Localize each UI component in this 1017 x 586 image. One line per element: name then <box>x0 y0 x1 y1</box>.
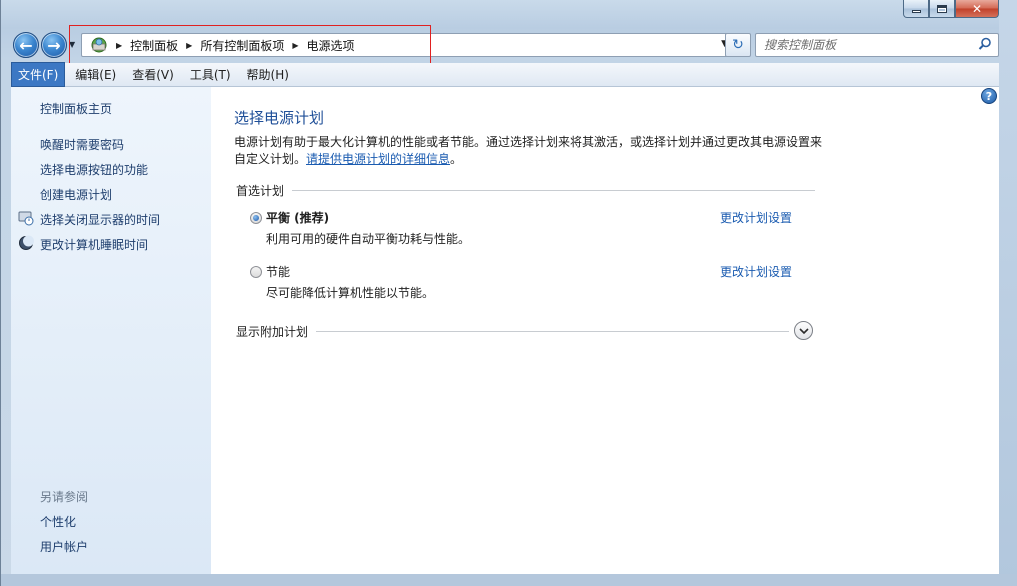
forward-button[interactable]: → <box>41 32 67 58</box>
power-saver-plan-radio[interactable] <box>250 266 262 278</box>
plan-details-link[interactable]: 请提供电源计划的详细信息 <box>306 152 450 166</box>
back-arrow-icon: ← <box>19 35 33 55</box>
recent-pages-dropdown[interactable]: ▼ <box>69 40 75 49</box>
radio-selected-dot <box>253 215 259 221</box>
control-panel-home-link[interactable]: 控制面板主页 <box>40 100 112 117</box>
balanced-plan-radio[interactable] <box>250 212 262 224</box>
breadcrumb-control-panel[interactable]: 控制面板 <box>130 37 178 54</box>
description-end: 。 <box>450 152 463 166</box>
page-title: 选择电源计划 <box>234 109 325 127</box>
refresh-icon: ↻ <box>732 37 744 53</box>
divider <box>292 190 816 191</box>
address-bar[interactable]: ▶ 控制面板 ▶ 所有控制面板项 ▶ 电源选项 ▼ <box>81 33 733 57</box>
power-button-link[interactable]: 选择电源按钮的功能 <box>40 161 148 178</box>
create-plan-link[interactable]: 创建电源计划 <box>40 186 112 203</box>
balanced-plan-desc: 利用可用的硬件自动平衡功耗与性能。 <box>266 232 471 246</box>
power-saver-plan-name[interactable]: 节能 <box>266 263 290 280</box>
user-accounts-link[interactable]: 用户帐户 <box>40 538 88 555</box>
forward-arrow-icon: → <box>47 35 61 55</box>
help-icon[interactable]: ? <box>981 88 997 104</box>
explorer-window: ✕ ← → ▼ ▶ 控制面板 ▶ 所有控制面板项 ▶ 电源选项 ▼ <box>0 0 1017 586</box>
plan-description: 电源计划有助于最大化计算机的性能或者节能。通过选择计划来将其激活，或选择计划并通… <box>234 134 824 168</box>
breadcrumb-separator-icon[interactable]: ▶ <box>116 41 122 50</box>
maximize-icon <box>937 4 947 13</box>
menu-edit[interactable]: 编辑(E) <box>69 63 122 86</box>
search-box[interactable] <box>755 33 999 57</box>
menu-bar: 文件(F) 编辑(E) 查看(V) 工具(T) 帮助(H) <box>11 62 999 87</box>
display-off-time-link[interactable]: 选择关闭显示器的时间 <box>40 211 160 228</box>
control-panel-icon <box>90 36 108 54</box>
minimize-icon <box>911 10 921 13</box>
navigation-bar: ← → ▼ ▶ 控制面板 ▶ 所有控制面板项 ▶ 电源选项 ▼ ↻ <box>11 30 1001 58</box>
content-area: 控制面板主页 唤醒时需要密码 选择电源按钮的功能 创建电源计划 选择关闭显示器的… <box>11 87 999 574</box>
menu-help[interactable]: 帮助(H) <box>241 63 295 86</box>
additional-plans-label[interactable]: 显示附加计划 <box>236 323 308 340</box>
menu-file[interactable]: 文件(F) <box>11 62 66 87</box>
power-saver-change-settings-link[interactable]: 更改计划设置 <box>720 263 792 280</box>
additional-plans-header[interactable]: 显示附加计划 <box>236 323 790 340</box>
breadcrumb-all-items[interactable]: 所有控制面板项 <box>200 37 284 54</box>
close-button[interactable]: ✕ <box>955 0 999 18</box>
close-icon: ✕ <box>971 1 983 16</box>
chevron-down-icon <box>798 327 809 334</box>
personalization-link[interactable]: 个性化 <box>40 513 76 530</box>
balanced-plan-name[interactable]: 平衡 (推荐) <box>266 209 329 226</box>
expand-additional-plans-button[interactable] <box>794 321 813 340</box>
preferred-plans-header: 首选计划 <box>236 182 816 199</box>
back-button[interactable]: ← <box>13 32 39 58</box>
menu-view[interactable]: 查看(V) <box>126 63 180 86</box>
breadcrumb-separator-icon[interactable]: ▶ <box>186 41 192 50</box>
display-off-icon <box>18 210 34 226</box>
maximize-button[interactable] <box>929 0 955 18</box>
sleep-time-link[interactable]: 更改计算机睡眠时间 <box>40 236 148 253</box>
menu-tools[interactable]: 工具(T) <box>184 63 237 86</box>
main-pane: ? 选择电源计划 电源计划有助于最大化计算机的性能或者节能。通过选择计划来将其激… <box>211 87 999 574</box>
minimize-button[interactable] <box>903 0 929 18</box>
divider <box>316 331 790 332</box>
see-also-title: 另请参阅 <box>40 490 89 504</box>
breadcrumb-separator-icon[interactable]: ▶ <box>292 41 298 50</box>
caption-buttons: ✕ <box>903 0 999 19</box>
sleep-moon-icon <box>18 235 34 251</box>
refresh-button[interactable]: ↻ <box>725 33 751 57</box>
power-saver-plan-desc: 尽可能降低计算机性能以节能。 <box>266 286 435 300</box>
window-right-frame <box>999 0 1017 586</box>
breadcrumb-power-options[interactable]: 电源选项 <box>307 37 355 54</box>
search-input[interactable] <box>764 38 974 52</box>
window-bottom-frame <box>1 574 1017 586</box>
preferred-plans-label: 首选计划 <box>236 184 285 198</box>
balanced-change-settings-link[interactable]: 更改计划设置 <box>720 209 792 226</box>
wake-password-link[interactable]: 唤醒时需要密码 <box>40 136 124 153</box>
tasks-pane: 控制面板主页 唤醒时需要密码 选择电源按钮的功能 创建电源计划 选择关闭显示器的… <box>11 87 211 574</box>
search-icon[interactable] <box>978 37 992 54</box>
